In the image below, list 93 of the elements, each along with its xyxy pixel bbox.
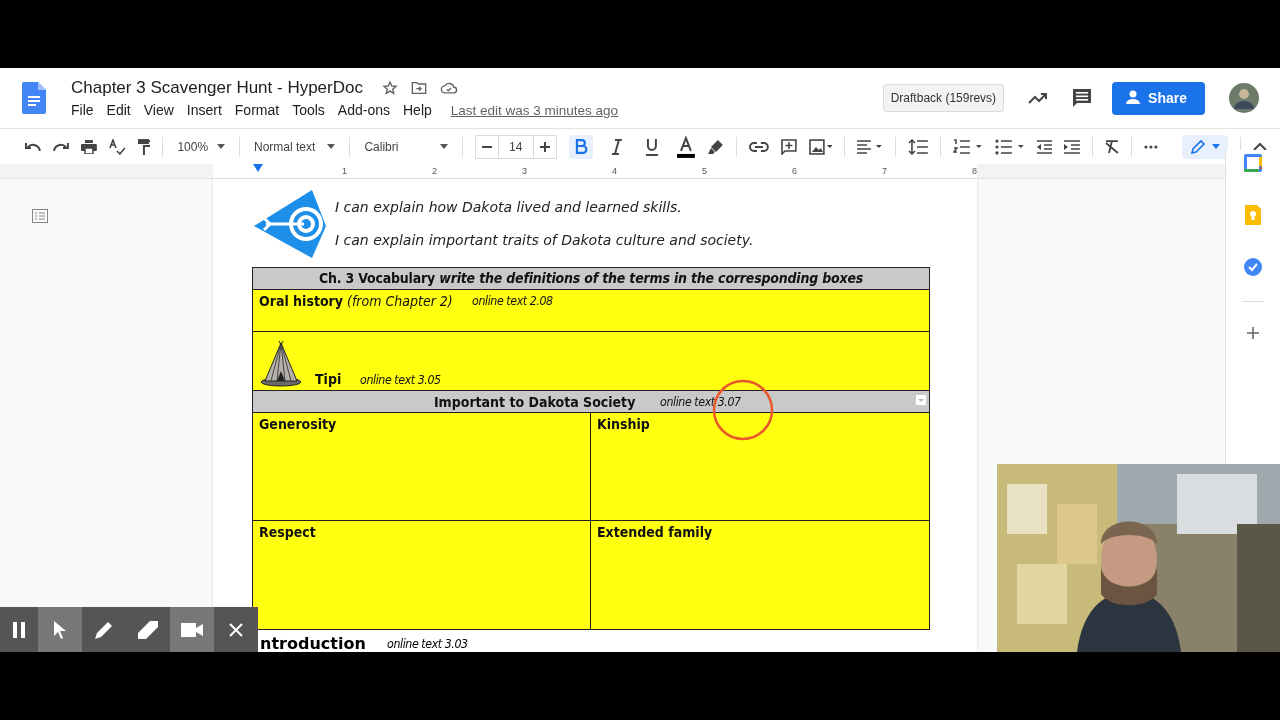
menu-item[interactable]: File	[71, 102, 94, 118]
cell-menu-icon[interactable]	[915, 394, 927, 406]
print-icon[interactable]	[80, 139, 97, 154]
line-spacing-icon[interactable]	[908, 138, 929, 155]
trend-icon[interactable]	[1028, 92, 1049, 104]
close-button[interactable]	[214, 607, 258, 652]
style-dropdown[interactable]: Normal text	[252, 139, 338, 154]
editing-mode-button[interactable]	[1182, 134, 1229, 159]
bulleted-list-icon[interactable]	[994, 138, 1025, 155]
folder-icon[interactable]	[411, 81, 427, 95]
cloud-icon[interactable]	[440, 81, 458, 95]
term-text: Oral history (from Chapter 2)	[259, 293, 453, 309]
collapse-icon[interactable]	[1253, 142, 1268, 151]
avatar-icon[interactable]	[1229, 83, 1259, 113]
term-text: Generosity	[259, 416, 337, 432]
section-heading: ntroduction	[260, 634, 366, 652]
menu-item[interactable]: Format	[234, 102, 280, 118]
docs-logo-icon[interactable]	[22, 82, 46, 114]
last-edit-link[interactable]: Last edit was 3 minutes ago	[450, 102, 619, 118]
tipi-icon	[259, 341, 303, 387]
align-left-icon[interactable]	[857, 139, 884, 154]
add-comment-icon[interactable]	[780, 138, 797, 155]
add-icon[interactable]	[1247, 327, 1259, 339]
font-size-field[interactable]: 14	[498, 134, 533, 159]
section-heading: Important to Dakota Society	[433, 393, 636, 410]
menu-item[interactable]: Tools	[292, 102, 325, 118]
bold-icon[interactable]	[568, 134, 593, 159]
handwritten-note: online text 3.07	[660, 394, 741, 409]
undo-icon[interactable]	[25, 141, 41, 152]
handwritten-note: online text 3.03	[386, 636, 468, 651]
objective-text: I can explain how Dakota lived and learned skills.	[335, 198, 683, 215]
term-text: Respect	[259, 524, 316, 540]
clear-formatting-icon[interactable]	[1105, 139, 1120, 154]
indent-marker-icon[interactable]	[253, 164, 263, 172]
pointer-icon	[54, 620, 66, 639]
ruler-number: 3	[521, 165, 527, 178]
link-icon[interactable]	[748, 141, 769, 152]
numbered-list-icon[interactable]	[953, 138, 983, 155]
minus-icon	[481, 145, 492, 148]
increase-indent-icon[interactable]	[1064, 139, 1081, 154]
objective-text: I can explain important traits of Dakota culture and society.	[335, 231, 754, 248]
tasks-icon[interactable]	[1244, 258, 1262, 276]
ruler-number: 7	[881, 165, 887, 178]
pointer-button[interactable]	[38, 607, 82, 652]
pen-icon	[95, 620, 113, 639]
paint-format-icon[interactable]	[136, 138, 151, 155]
menu-item[interactable]: Edit	[106, 102, 131, 118]
pencil-icon	[1190, 138, 1207, 155]
pause-icon	[12, 621, 26, 638]
image-icon[interactable]	[808, 138, 833, 155]
ruler-number: 6	[791, 165, 797, 178]
camera-button[interactable]	[170, 607, 214, 652]
video-camera-icon	[181, 622, 203, 637]
menu-item[interactable]: View	[143, 102, 174, 118]
pause-button[interactable]	[0, 607, 38, 652]
handwritten-note: online text 3.05	[360, 372, 441, 387]
handwritten-note: online text 2.08	[471, 293, 553, 308]
increase-size-button[interactable]	[532, 134, 557, 159]
pen-button[interactable]	[82, 607, 126, 652]
term-text: Kinship	[597, 416, 650, 432]
term-text: Tipi	[315, 371, 342, 387]
text-color-icon[interactable]	[676, 135, 697, 158]
document-title[interactable]: Chapter 3 Scavenger Hunt - HyperDoc	[71, 78, 363, 98]
highlighter-icon	[138, 620, 158, 639]
decrease-size-button[interactable]	[474, 134, 499, 159]
menu-item[interactable]: Insert	[186, 102, 222, 118]
decrease-indent-icon[interactable]	[1036, 139, 1053, 154]
spellcheck-icon[interactable]	[108, 138, 125, 155]
highlighter-icon[interactable]	[708, 138, 724, 155]
term-text: Extended family	[597, 524, 713, 540]
highlighter-button[interactable]	[126, 607, 170, 652]
ruler-number: 4	[611, 165, 617, 178]
draftback-button[interactable]: Draftback (159revs)	[882, 84, 1005, 112]
ruler-number: 8	[971, 165, 977, 178]
calendar-icon[interactable]	[1244, 154, 1262, 172]
ruler-number: 2	[431, 165, 437, 178]
menu-item[interactable]: Help	[403, 102, 432, 118]
ruler-number: 5	[701, 165, 707, 178]
close-icon	[229, 622, 243, 637]
font-dropdown[interactable]: Calibri	[362, 139, 450, 154]
more-icon[interactable]	[1144, 144, 1159, 149]
menu-item[interactable]: Add-ons	[337, 102, 390, 118]
comment-icon[interactable]	[1072, 88, 1093, 108]
caret-icon	[1212, 144, 1221, 149]
person-icon	[1126, 90, 1141, 106]
zoom-dropdown[interactable]: 100%	[175, 139, 227, 154]
table-heading: Ch. 3 Vocabulary write the definitions of the terms in the corresponding boxes	[253, 268, 929, 290]
star-icon[interactable]	[382, 80, 398, 96]
outline-icon[interactable]	[32, 209, 48, 223]
redo-icon[interactable]	[52, 141, 69, 152]
plus-icon	[539, 141, 550, 152]
ruler-number: 1	[341, 165, 347, 178]
share-button[interactable]: Share	[1112, 81, 1205, 115]
